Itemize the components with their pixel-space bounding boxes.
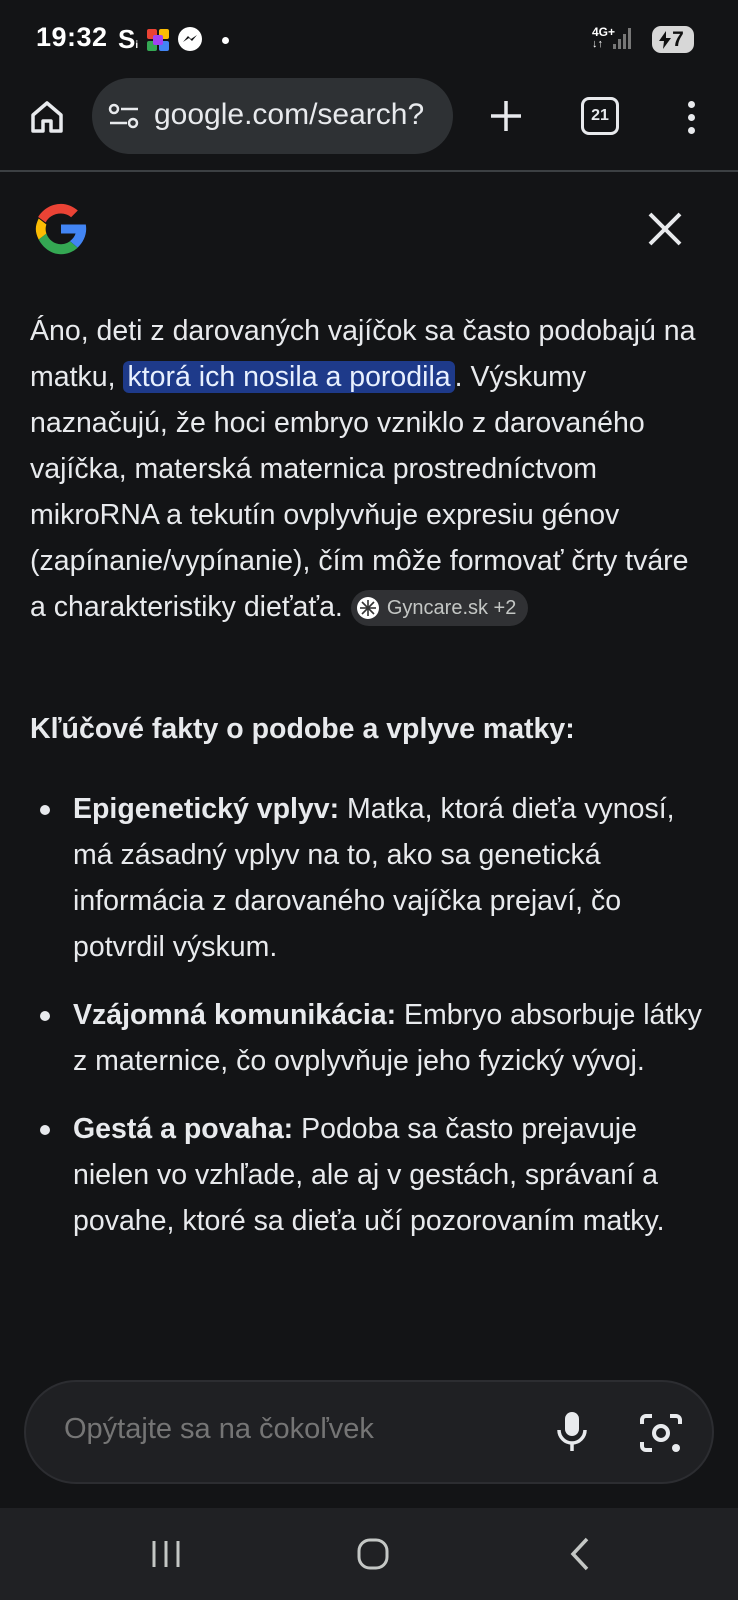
bullet-icon — [40, 1125, 50, 1135]
s-app-label: S — [118, 24, 136, 54]
bullet-icon — [40, 805, 50, 815]
gyncare-favicon-icon — [356, 597, 379, 620]
home-button[interactable] — [22, 92, 72, 142]
url-bar[interactable]: google.com/search? — [92, 78, 453, 154]
facts-list: Epigenetický vplyv: Matka, ktorá dieťa v… — [30, 786, 710, 1266]
messenger-icon — [178, 27, 202, 51]
status-time: 19:32 — [36, 22, 108, 52]
facts-heading: Kľúčové fakty o podobe a vplyve matky: — [30, 713, 575, 745]
menu-dot-icon — [687, 100, 695, 108]
back-chevron-icon — [570, 1537, 589, 1571]
system-nav-bar — [0, 1508, 738, 1600]
close-button[interactable] — [644, 208, 686, 250]
tab-count: 21 — [581, 97, 619, 135]
ask-bar[interactable] — [24, 1380, 714, 1484]
source-chip[interactable]: Gyncare.sk +2 — [350, 590, 529, 627]
fact-term: Epigenetický vplyv: — [73, 793, 340, 825]
google-logo-icon — [35, 203, 87, 255]
bullet-icon — [40, 1011, 50, 1021]
highlighted-citation[interactable]: ktorá ich nosila a porodila — [123, 361, 455, 393]
plus-icon — [491, 101, 521, 131]
nav-back-button[interactable] — [552, 1528, 608, 1580]
list-item: Gestá a povaha: Podoba sa často prejavuj… — [30, 1106, 710, 1244]
ai-answer: Áno, deti z darovaných vajíčok sa často … — [30, 308, 710, 630]
battery-icon: 7 — [652, 26, 694, 53]
s-app-icon: Si — [118, 24, 139, 54]
list-item: Vzájomná komunikácia: Embryo absorbuje l… — [30, 992, 710, 1084]
answer-body: . Výskumy naznačujú, že hoci embryo vzni… — [30, 361, 689, 623]
lens-search-button[interactable] — [636, 1408, 686, 1458]
menu-button[interactable] — [676, 92, 706, 142]
source-chip-label: Gyncare.sk +2 — [386, 597, 517, 620]
browser-toolbar: google.com/search? 21 — [0, 78, 738, 170]
recent-apps-button[interactable] — [138, 1528, 194, 1580]
status-bar: 19:32 Si 4G+ ↓↑ 7 — [0, 0, 738, 78]
battery-level: 7 — [672, 27, 684, 51]
tab-switcher-button[interactable]: 21 — [580, 96, 620, 136]
toolbar-divider — [0, 170, 738, 172]
microphone-icon — [557, 1412, 587, 1451]
url-text[interactable]: google.com/search? — [154, 98, 424, 132]
signal-icon — [613, 28, 631, 49]
fact-term: Gestá a povaha: — [73, 1113, 294, 1145]
nav-home-button[interactable] — [345, 1528, 401, 1580]
camera-lens-icon — [640, 1414, 682, 1452]
answer-paragraph: Áno, deti z darovaných vajíčok sa často … — [30, 308, 710, 630]
more-notifications-dot — [222, 37, 229, 44]
recent-apps-icon — [152, 1541, 180, 1567]
new-tab-button[interactable] — [482, 92, 530, 140]
voice-search-button[interactable] — [548, 1408, 596, 1456]
site-info-icon[interactable] — [108, 102, 140, 130]
fact-term: Vzájomná komunikácia: — [73, 999, 397, 1031]
list-item: Epigenetický vplyv: Matka, ktorá dieťa v… — [30, 786, 710, 970]
ask-input[interactable] — [62, 1412, 506, 1447]
app-notification-icon — [147, 29, 169, 51]
home-icon — [31, 101, 63, 133]
home-circle-icon — [357, 1538, 389, 1570]
close-icon — [648, 212, 682, 246]
